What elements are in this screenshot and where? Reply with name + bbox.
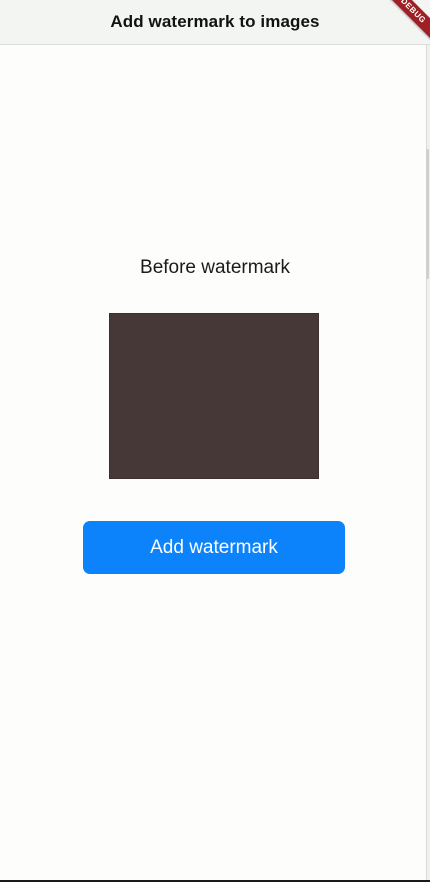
before-watermark-caption: Before watermark — [140, 257, 290, 278]
app-screen: Add watermark to images DEBUG Before wat… — [0, 0, 430, 882]
scrollbar-track[interactable] — [426, 45, 430, 880]
app-bar: Add watermark to images — [0, 0, 430, 45]
page-title: Add watermark to images — [110, 12, 320, 31]
image-preview — [109, 313, 319, 479]
add-watermark-button[interactable]: Add watermark — [83, 521, 345, 574]
